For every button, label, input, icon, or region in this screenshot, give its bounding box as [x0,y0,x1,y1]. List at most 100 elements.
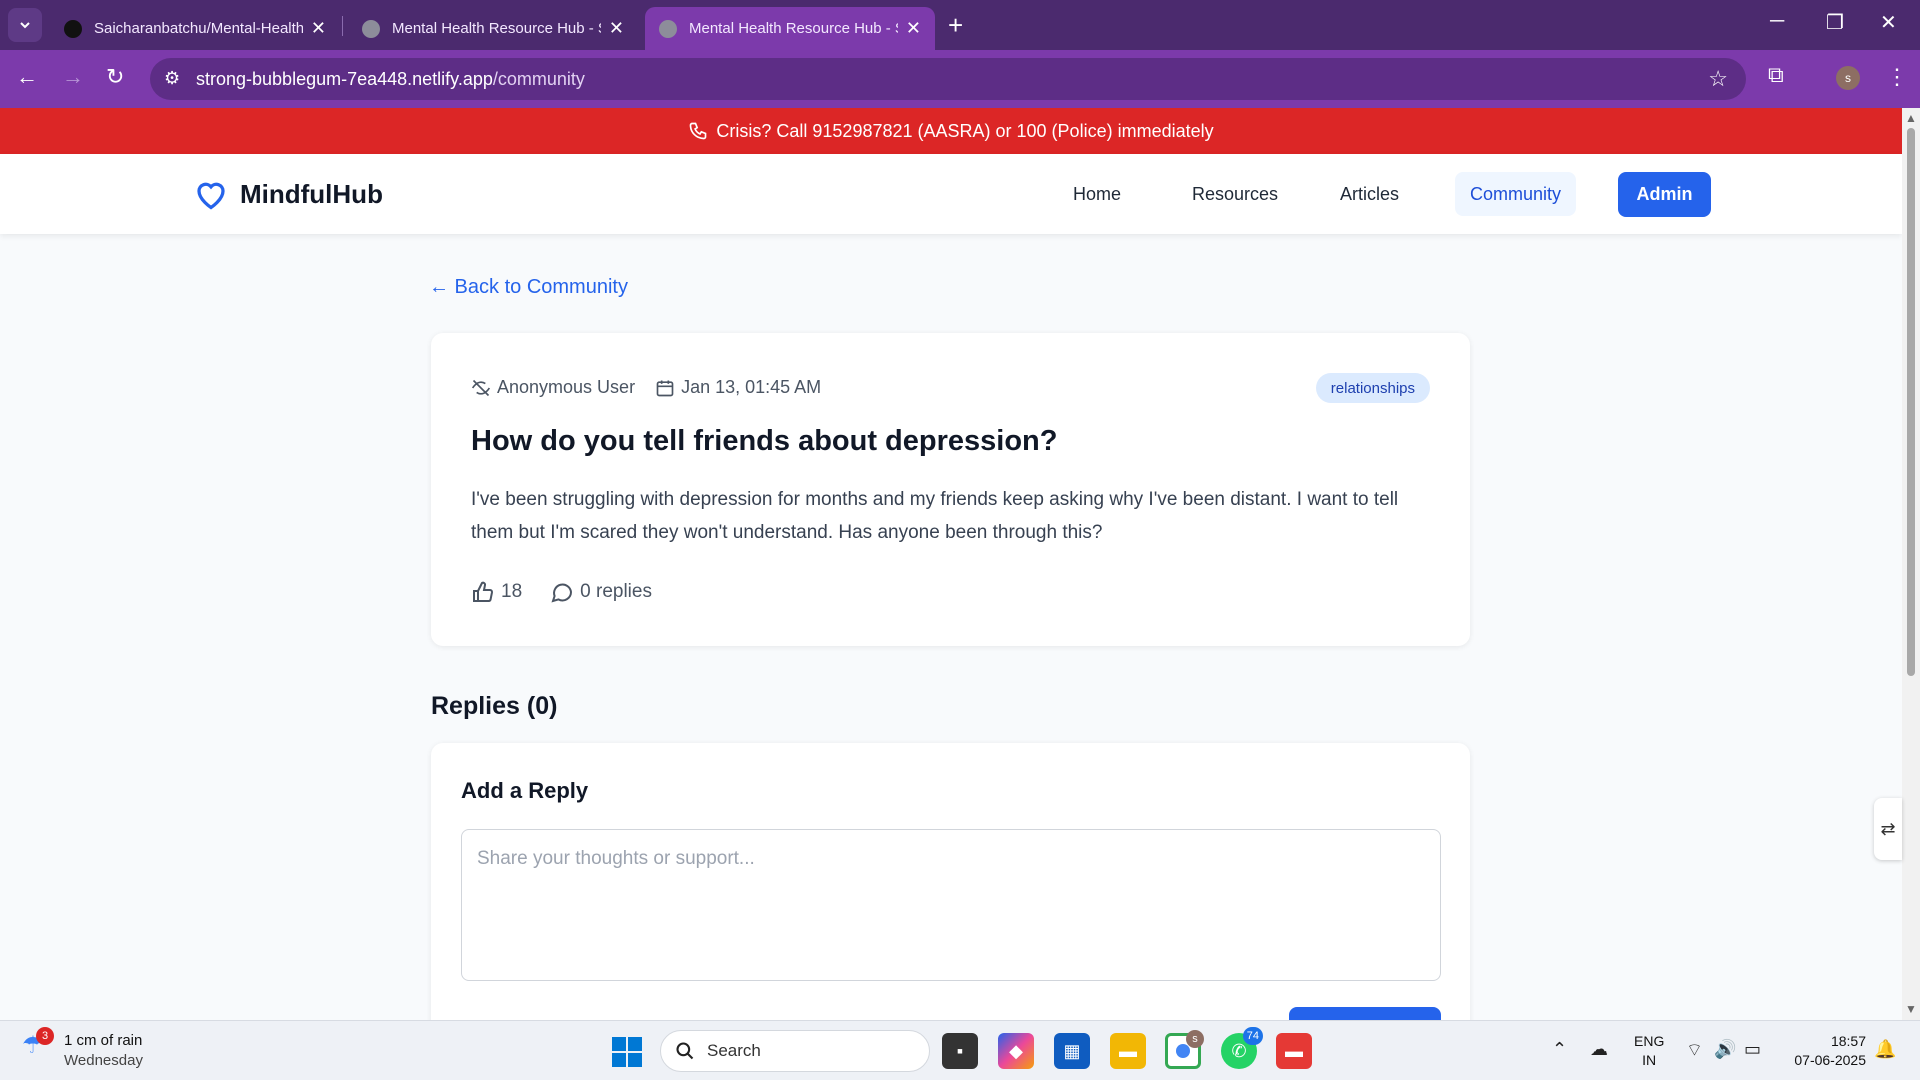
post-card: Anonymous User Jan 13, 01:45 AM relation… [431,333,1470,646]
scroll-down-arrow-icon[interactable]: ▼ [1905,1002,1917,1016]
phone-icon [690,122,707,140]
search-icon [676,1042,694,1060]
replies-count: 0 replies [550,580,652,604]
wifi-icon[interactable]: ⌔ [1686,1039,1703,1062]
microsoft-store-icon[interactable]: ▦ [1054,1033,1090,1069]
extensions-puzzle-icon[interactable]: ⧉ [1768,62,1784,88]
brand-name: MindfulHub [240,178,383,209]
tab-separator [342,16,343,36]
weather-badge: 3 [36,1027,54,1045]
whatsapp-icon[interactable]: ✆ 74 [1221,1027,1263,1069]
new-tab-icon[interactable]: + [948,10,963,41]
github-icon [64,19,82,38]
clock-time: 18:57 [1830,1033,1866,1049]
lang-line-1: ENG [1634,1033,1665,1049]
crisis-banner: Crisis? Call 9152987821 (AASRA) or 100 (… [0,108,1902,154]
post-author: Anonymous User [497,377,636,397]
clock[interactable]: 18:57 07-06-2025 [1786,1032,1866,1070]
show-hidden-icons-icon[interactable]: ⌃ [1552,1039,1567,1060]
browser-tab[interactable]: Saicharanbatchu/Mental-Health ✕ [50,7,340,50]
profile-avatar[interactable]: s [1836,66,1860,90]
browser-toolbar: ← → ↻ ⚙ strong-bubblegum-7ea448.netlify.… [0,50,1920,108]
bookmark-star-icon[interactable]: ☆ [1708,66,1728,92]
battery-icon[interactable]: ▭ [1744,1039,1761,1060]
post-meta: Anonymous User Jan 13, 01:45 AM [471,377,821,398]
post-body: I've been struggling with depression for… [471,489,1399,543]
site-header: MindfulHub Home Resources Articles Commu… [0,154,1902,234]
reply-textarea[interactable] [461,829,1441,981]
browser-tab[interactable]: Mental Health Resource Hub - S ✕ [348,7,638,50]
chrome-profile-badge: s [1186,1030,1204,1048]
category-tag: relationships [1315,373,1430,403]
browser-tab-strip: Saicharanbatchu/Mental-Health ✕ Mental H… [0,0,1920,50]
calendar-icon [656,380,674,396]
post-stats: 18 0 replies [471,580,652,604]
like-button[interactable]: 18 [471,580,522,604]
minimize-icon[interactable]: ─ [1770,10,1784,33]
file-explorer-icon[interactable]: ▬ [1110,1033,1146,1069]
lang-line-2: IN [1642,1052,1657,1068]
heart-icon [197,182,225,210]
tab-title: Mental Health Resource Hub - S [392,20,601,37]
tab-close-icon[interactable]: ✕ [311,18,326,39]
language-indicator[interactable]: ENG IN [1634,1032,1664,1070]
taskbar-search[interactable]: Search [660,1030,930,1072]
tab-close-icon[interactable]: ✕ [906,18,921,39]
tab-close-icon[interactable]: ✕ [609,18,624,39]
nav-community[interactable]: Community [1455,172,1577,216]
back-to-community-link[interactable]: ← Back to Community [429,276,628,299]
chrome-icon[interactable]: s [1165,1030,1204,1069]
umbrella-icon: ☂ 3 [22,1027,54,1067]
url-path: /community [492,69,585,89]
onedrive-cloud-icon[interactable]: ☁ [1590,1039,1608,1060]
page-scrollbar[interactable]: ▲ ▼ [1902,108,1920,1020]
weather-line-1: 1 cm of rain [64,1032,143,1049]
eye-off-icon [471,379,491,396]
windows-start-icon[interactable] [612,1037,642,1067]
nav-articles[interactable]: Articles [1325,172,1414,216]
whatsapp-badge: 74 [1242,1027,1263,1045]
close-window-icon[interactable]: ✕ [1880,10,1897,35]
app-red-icon[interactable]: ▬ [1276,1033,1312,1069]
nav-home[interactable]: Home [1058,172,1136,216]
replies-count-text: 0 replies [580,581,652,602]
scroll-up-arrow-icon[interactable]: ▲ [1905,111,1917,125]
weather-line-2: Wednesday [64,1052,143,1069]
browser-menu-icon[interactable]: ⋮ [1886,64,1908,90]
task-view-icon[interactable]: ▪ [942,1033,978,1069]
forward-arrow-icon[interactable]: → [62,64,84,90]
side-panel-toggle-icon[interactable]: ⇄ [1874,798,1902,860]
scroll-thumb[interactable] [1907,128,1915,676]
weather-widget[interactable]: ☂ 3 1 cm of rain Wednesday [22,1027,143,1071]
admin-button[interactable]: Admin [1618,172,1711,217]
tab-title: Mental Health Resource Hub - S [689,20,898,37]
post-date: Jan 13, 01:45 AM [681,377,822,397]
site-settings-icon[interactable]: ⚙ [164,68,180,89]
add-reply-heading: Add a Reply [461,778,589,803]
tab-title: Saicharanbatchu/Mental-Health [94,20,303,37]
notifications-bell-icon[interactable]: 🔔 [1874,1039,1896,1060]
thumbs-up-icon [473,581,493,602]
volume-icon[interactable]: 🔊 [1714,1039,1736,1060]
copilot-icon[interactable]: ◆ [998,1033,1034,1069]
brand-logo-link[interactable]: MindfulHub [192,176,383,212]
add-reply-card: Add a Reply [431,743,1470,1043]
search-label: Search [707,1041,761,1060]
globe-icon [659,19,677,38]
reload-icon[interactable]: ↻ [106,64,124,90]
url-host: strong-bubblegum-7ea448.netlify.app [196,69,493,89]
tab-search-chevron-icon[interactable] [8,8,42,42]
like-count: 18 [501,581,523,602]
replies-heading: Replies (0) [431,692,558,720]
post-title: How do you tell friends about depression… [471,425,1058,457]
url-text[interactable]: strong-bubblegum-7ea448.netlify.app/comm… [196,69,585,90]
clock-date: 07-06-2025 [1794,1052,1866,1068]
windows-taskbar: ☂ 3 1 cm of rain Wednesday Search ▪ ◆ ▦ … [0,1020,1920,1080]
message-circle-icon [551,583,573,603]
back-arrow-icon[interactable]: ← [16,64,38,90]
nav-resources[interactable]: Resources [1177,172,1293,216]
restore-icon[interactable]: ❐ [1826,10,1844,35]
crisis-text: Crisis? Call 9152987821 (AASRA) or 100 (… [716,120,1214,141]
address-bar[interactable]: ⚙ strong-bubblegum-7ea448.netlify.app/co… [150,58,1746,100]
browser-tab-active[interactable]: Mental Health Resource Hub - S ✕ [645,7,935,50]
